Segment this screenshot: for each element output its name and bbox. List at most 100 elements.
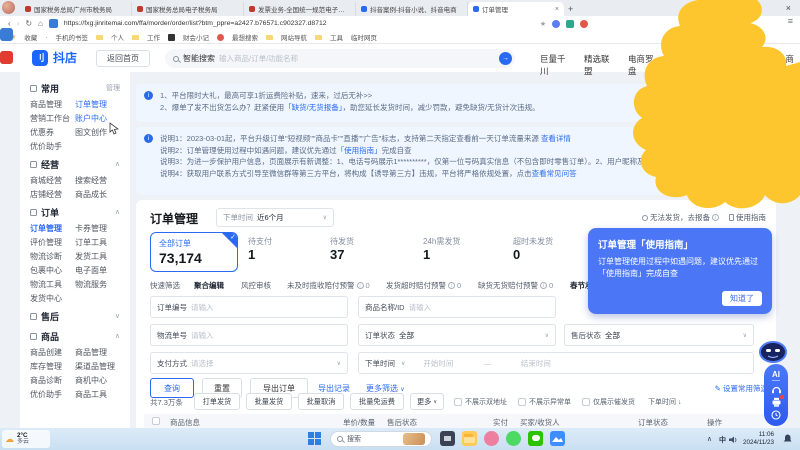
sidebar-item-wuliu-zhenduan[interactable]: 物流诊断 (30, 250, 75, 264)
sidebar-item-shangji-zhongxin[interactable]: 商机中心 (75, 374, 120, 388)
browser-tab-active[interactable]: 订单管理 × (468, 2, 564, 16)
chevron-up-icon[interactable]: ∧ (115, 160, 120, 168)
tab-ship-timeout-warning[interactable]: 发货超时赔付预警i0 (386, 280, 461, 291)
batch-ship-button[interactable]: 批量发货 (246, 393, 292, 410)
extension-icon[interactable] (49, 19, 58, 28)
sidebar-item-dingdan-guanli-active[interactable]: 订单管理 (30, 222, 75, 236)
nav-dianshang-luopan[interactable]: 电商罗盘 (628, 53, 660, 77)
search-submit-icon[interactable]: → (499, 52, 512, 65)
nav-xuexi-zhongxin[interactable]: 学习中心 (716, 53, 748, 77)
order-no-input[interactable]: 订单编号 请输入 (150, 296, 348, 318)
taskbar-clock[interactable]: 11:06 2024/11/23 (743, 431, 774, 447)
browser-tab[interactable]: 国家税务总局电子税务局 (132, 2, 244, 16)
checkbox-urge-ship-only[interactable]: 仅展示催发货 (582, 397, 635, 407)
sidebar-item-baoguo-zhongxin[interactable]: 包裹中心 (30, 264, 75, 278)
bookmark-item[interactable]: 临时网页 (351, 32, 377, 42)
url-text[interactable]: https://fxg.jinritemai.com/ffa/morder/or… (64, 20, 534, 27)
sidebar-item-shangcheng-jingying[interactable]: 商城经营 (30, 174, 75, 188)
tab-quick-filter[interactable]: 快速筛选 (150, 280, 180, 291)
back-home-button[interactable]: 返回首页 (96, 50, 150, 67)
view-details-link[interactable]: 查看详情 (541, 134, 571, 143)
sidebar-item-shangpin-chuangjian[interactable]: 商品创建 (30, 346, 75, 360)
stat-card-overdue-ship[interactable]: 超时未发货 0 (513, 236, 553, 262)
bookmark-item[interactable]: 收藏 (24, 32, 37, 42)
section-manage-link[interactable]: 管理 (106, 83, 120, 93)
tray-expand-icon[interactable]: ∧ (707, 435, 712, 443)
stat-card-24h-ship[interactable]: 24h需发货 1 (423, 236, 460, 262)
new-tab-button[interactable]: + (568, 4, 573, 16)
ime-language-indicator[interactable]: 中 (719, 435, 726, 445)
order-time-range-select[interactable]: 下单时间 近6个月 ∨ (216, 208, 334, 227)
floating-app-blue-icon[interactable] (0, 28, 13, 41)
bookmark-item[interactable]: 财会小记 (183, 32, 209, 42)
ai-robot-avatar[interactable] (757, 340, 789, 364)
browser-tab[interactable]: 国家税务总局广州市税务局 (20, 2, 132, 16)
faq-link[interactable]: 查看常见问答 (532, 169, 577, 178)
volume-icon[interactable] (729, 436, 738, 444)
baobei-link[interactable]: 「缺货/无货报备」 (284, 103, 342, 112)
cannot-ship-report-link[interactable]: 无法发货，去报备 i (642, 212, 719, 223)
bookmark-item[interactable]: 最想搜索 (232, 32, 258, 42)
taskbar-app-green[interactable] (506, 431, 521, 446)
checkbox-hide-abnormal[interactable]: 不展示异常单 (518, 397, 571, 407)
section-header[interactable]: 售后 ∨ (30, 306, 120, 326)
usage-guide-top-link[interactable]: 使用指南 (729, 212, 766, 223)
tracking-no-input[interactable]: 物流单号 请输入 (150, 324, 348, 346)
ai-button[interactable]: AI (772, 370, 780, 381)
sidebar-item-kucun-guanli[interactable]: 库存管理 (30, 360, 75, 374)
section-header[interactable]: 订单 ∧ (30, 202, 120, 222)
chevron-down-icon[interactable]: ∨ (115, 312, 120, 320)
sidebar-item-fahuo-gongju[interactable]: 发货工具 (75, 250, 120, 264)
select-all-checkbox[interactable] (152, 417, 160, 425)
headset-icon[interactable] (771, 384, 782, 394)
floating-app-red-icon[interactable] (0, 51, 13, 64)
sidebar-item-wuliu-gongju[interactable]: 物流工具 (30, 278, 75, 292)
sidebar-item-dianzi-miandan[interactable]: 电子面单 (75, 264, 120, 278)
sidebar-item-youjia-zhushou[interactable]: 优价助手 (30, 140, 75, 154)
aftersale-status-select[interactable]: 售后状态 全部 ∨ (564, 324, 754, 346)
filter-settings-link[interactable]: ✎ 设置常用筛选 (715, 383, 768, 394)
stat-card-pending-ship[interactable]: 待发货 37 (330, 236, 354, 262)
nav-fuwu-shichang[interactable]: 服务市场 (672, 53, 704, 77)
printer-icon[interactable] (771, 397, 782, 407)
product-name-input[interactable]: 商品名称/ID 请输入 (358, 296, 556, 318)
section-header[interactable]: 商品 ∧ (30, 326, 120, 346)
sidebar-item-wuliu-fuwu[interactable]: 物流服务 (75, 278, 120, 292)
browser-tab[interactable]: 抖音案例-抖音小说、抖音电商 (356, 2, 468, 16)
profile-avatar[interactable] (552, 20, 560, 28)
pay-method-select[interactable]: 支付方式 请选择 ∨ (150, 352, 348, 374)
window-close-icon[interactable]: × (786, 3, 791, 13)
section-header[interactable]: 常用 管理 (30, 78, 120, 98)
sidebar-item-dianpu-jingying[interactable]: 店铺经营 (30, 188, 75, 202)
tab-outofstock-warning[interactable]: 缺货无货赔付预警i0 (478, 280, 553, 291)
time-range-picker[interactable]: 下单时间 ∨ 开始时间 — 结束时间 (358, 352, 754, 374)
reload-icon[interactable]: ↻ (25, 19, 32, 28)
smart-search-input[interactable]: 智能搜索 输入商品/订单/功能名称 → (165, 49, 515, 68)
tab-pickup-warning[interactable]: 未及时揽收赔付预警i0 (287, 280, 370, 291)
nav-daigaijia-shangpin[interactable]: 待改价商品 (760, 53, 800, 77)
sidebar-item-youjia-zhushou2[interactable]: 优价助手 (30, 388, 75, 402)
batch-free-shipping-button[interactable]: 批量免运费 (350, 393, 404, 410)
bookmark-item[interactable]: 网站导航 (281, 32, 307, 42)
bookmark-star-icon[interactable]: ★ (540, 20, 546, 28)
clock-icon[interactable] (771, 410, 781, 420)
sidebar-item-shangpin-guanli[interactable]: 商品管理 (30, 98, 75, 112)
notification-bell-icon[interactable] (783, 434, 792, 444)
bookmark-item[interactable]: 手机的书签 (55, 32, 88, 42)
sidebar-item-dingdan-gongju[interactable]: 订单工具 (75, 236, 120, 250)
order-status-select[interactable]: 订单状态 全部 ∨ (358, 324, 556, 346)
taskbar-app-terminal[interactable] (440, 431, 455, 446)
got-it-button[interactable]: 知道了 (722, 291, 762, 306)
more-actions-button[interactable]: 更多∨ (410, 393, 444, 410)
taskbar-app-pink[interactable] (484, 431, 499, 446)
browser-tab[interactable]: 发票业务-全国统一规范电子税务 (244, 2, 356, 16)
chevron-up-icon[interactable]: ∧ (115, 208, 120, 216)
sidebar-item-shangpin-gongju[interactable]: 商品工具 (75, 388, 120, 402)
forward-icon[interactable]: › (17, 19, 20, 28)
back-icon[interactable]: ‹ (8, 19, 11, 28)
print-ship-button[interactable]: 打单发货 (194, 393, 240, 410)
taskbar-app-wechat[interactable] (528, 431, 543, 446)
sidebar-item-youhuiquan[interactable]: 优惠券 (30, 126, 75, 140)
sidebar-item-yingxiao-gongzuotai[interactable]: 营销工作台 (30, 112, 75, 126)
section-header[interactable]: 经营 ∧ (30, 154, 120, 174)
